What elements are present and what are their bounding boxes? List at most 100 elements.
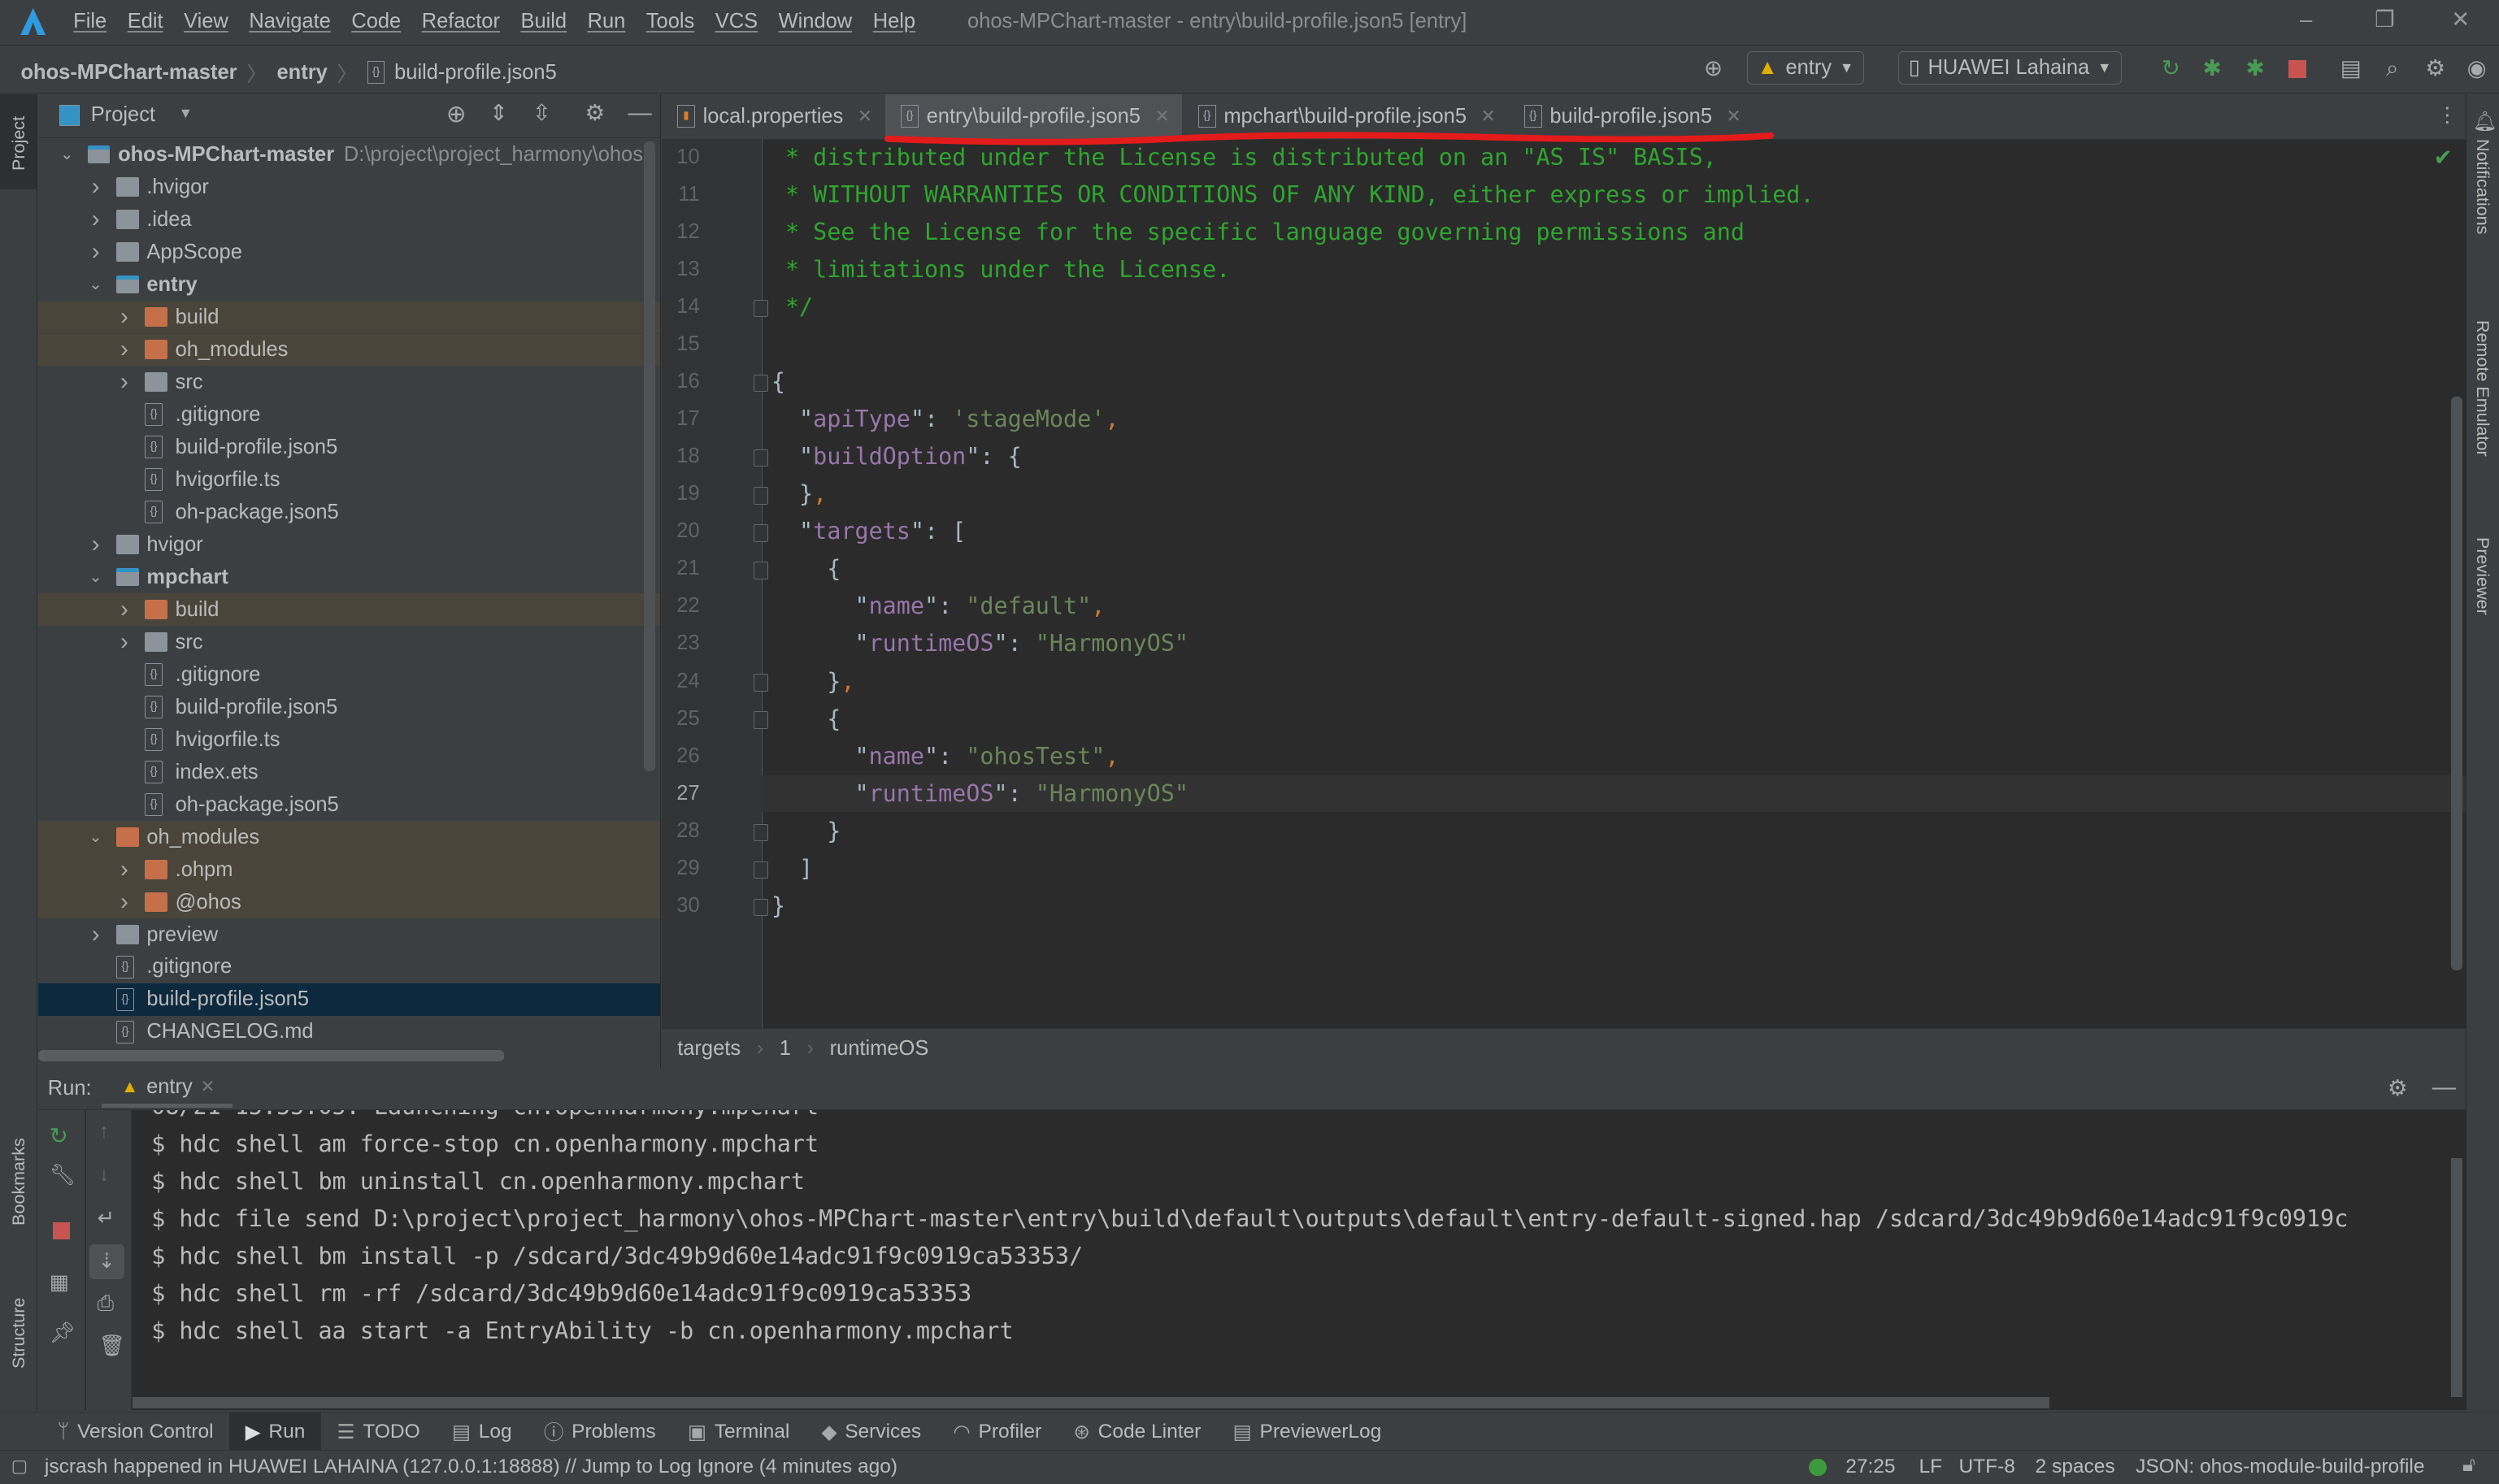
settings-icon[interactable]: ⚙ <box>585 100 605 126</box>
close-tab-icon[interactable]: ✕ <box>858 106 872 127</box>
tree-item[interactable]: › src <box>38 367 660 398</box>
tool-window-todo[interactable]: ☰ TODO <box>321 1412 436 1451</box>
menu-view[interactable]: View <box>184 10 228 33</box>
tree-item[interactable]: › .idea <box>38 204 660 236</box>
hide-panel-icon[interactable]: — <box>628 99 651 127</box>
notifications-bell-icon[interactable]: 🔔︎ <box>2473 110 2497 132</box>
tree-item[interactable]: › src <box>38 626 660 657</box>
tool-window-code-linter[interactable]: ⊛ Code Linter <box>1058 1412 1217 1451</box>
tree-vertical-scrollbar[interactable] <box>644 141 655 771</box>
tree-item[interactable]: {} build-profile.json5 <box>38 431 660 462</box>
tree-item[interactable]: {} oh-package.json5 <box>38 496 660 527</box>
editor-scrollbar[interactable] <box>2451 397 2462 970</box>
tool-window-services[interactable]: ◆ Services <box>806 1412 937 1451</box>
device-select[interactable]: ▯ HUAWEI Lahaina ▼ <box>1897 50 2123 85</box>
tool-window-problems[interactable]: ⓘ Problems <box>528 1412 671 1451</box>
close-button[interactable]: ✕ <box>2451 7 2470 33</box>
breadcrumb-module[interactable]: entry <box>277 61 328 85</box>
notifications-tool-button[interactable]: Notifications <box>2472 139 2493 234</box>
console-horizontal-scrollbar[interactable] <box>132 1397 2050 1409</box>
locate-file-icon[interactable]: ⊕ <box>446 100 467 128</box>
menu-refactor[interactable]: Refactor <box>422 10 500 33</box>
lock-icon[interactable]: 🔓︎ <box>2462 1454 2475 1477</box>
chevron-right-icon[interactable]: › <box>116 303 133 331</box>
chevron-down-icon[interactable]: ⌄ <box>88 275 104 294</box>
search-icon[interactable]: ⌕ <box>2378 54 2406 83</box>
breadcrumb-file[interactable]: build-profile.json5 <box>394 61 557 85</box>
chevron-right-icon[interactable]: › <box>116 336 133 363</box>
crumb-index[interactable]: 1 <box>780 1037 791 1061</box>
tree-item[interactable]: {} hvigorfile.ts <box>38 723 660 755</box>
restore-button[interactable]: ❐ <box>2375 7 2395 33</box>
crumb-runtimeos[interactable]: runtimeOS <box>830 1037 929 1061</box>
chevron-right-icon[interactable]: › <box>88 531 104 558</box>
menu-window[interactable]: Window <box>779 10 853 33</box>
print-icon[interactable]: ⎙ <box>98 1292 114 1317</box>
tree-item[interactable]: {} build-profile.json5 <box>38 983 660 1016</box>
run-tab-entry[interactable]: ▲ entry ✕ <box>102 1070 233 1108</box>
breadcrumb-project[interactable]: ohos-MPChart-master <box>20 61 237 85</box>
chevron-down-icon[interactable]: ▼ <box>179 105 193 122</box>
previewer-tool-button[interactable]: Previewer <box>2472 537 2493 615</box>
editor-tab[interactable]: ▮ local.properties ✕ <box>662 94 885 139</box>
indent-setting[interactable]: 2 spaces <box>2036 1456 2115 1478</box>
target-icon[interactable]: ⊕ <box>1699 54 1728 83</box>
tree-item[interactable]: {} .gitignore <box>38 658 660 690</box>
project-tool-button[interactable]: Project <box>8 116 29 171</box>
chevron-down-icon[interactable]: ⌄ <box>88 567 104 587</box>
chevron-right-icon[interactable]: › <box>88 173 104 201</box>
status-message[interactable]: jscrash happened in HUAWEI LAHAINA (127.… <box>45 1456 897 1478</box>
pin-icon[interactable]: 📌︎ <box>50 1321 76 1345</box>
json-schema[interactable]: JSON: ohos-module-build-profile <box>2136 1456 2424 1478</box>
menu-vcs[interactable]: VCS <box>715 10 758 33</box>
chevron-down-icon[interactable]: ⌄ <box>88 827 104 847</box>
menu-tools[interactable]: Tools <box>646 10 694 33</box>
menu-navigate[interactable]: Navigate <box>249 10 331 33</box>
up-arrow-icon[interactable]: ↑ <box>99 1120 110 1143</box>
tree-item[interactable]: {} index.ets <box>38 756 660 788</box>
file-encoding[interactable]: UTF-8 <box>1958 1456 2014 1478</box>
stop-icon[interactable] <box>2288 60 2306 79</box>
tree-item[interactable]: {} hvigorfile.ts <box>38 463 660 495</box>
menu-edit[interactable]: Edit <box>128 10 163 33</box>
more-tabs-icon[interactable]: ⋮ <box>2437 103 2458 128</box>
chevron-right-icon[interactable]: › <box>116 368 133 396</box>
bookmarks-tool-button[interactable]: Bookmarks <box>8 1138 29 1226</box>
tree-item[interactable]: › build <box>38 301 660 333</box>
tool-window-previewerlog[interactable]: ▤ PreviewerLog <box>1217 1412 1397 1451</box>
tool-window-terminal[interactable]: ▣ Terminal <box>671 1412 806 1451</box>
hide-panel-icon[interactable]: — <box>2432 1074 2456 1101</box>
chevron-down-icon[interactable]: ⌄ <box>59 145 76 164</box>
debug-icon[interactable]: ✱ <box>2198 54 2227 83</box>
code-area[interactable]: * distributed under the License is distr… <box>762 139 2466 1028</box>
tree-item[interactable]: {} .gitignore <box>38 951 660 983</box>
rerun-icon[interactable]: ↻ <box>50 1123 68 1149</box>
menu-help[interactable]: Help <box>873 10 915 33</box>
wrench-icon[interactable]: 🔧︎ <box>50 1163 76 1187</box>
console-vertical-scrollbar[interactable] <box>2451 1158 2462 1398</box>
tree-horizontal-scrollbar[interactable] <box>38 1049 504 1061</box>
tree-item[interactable]: ⌄ entry <box>38 269 660 301</box>
tool-window-version-control[interactable]: ᛘ Version Control <box>41 1412 229 1451</box>
trash-icon[interactable]: 🗑︎ <box>99 1334 125 1358</box>
tree-item[interactable]: › hvigor <box>38 528 660 560</box>
collapse-all-icon[interactable]: ⇳ <box>532 100 551 126</box>
tree-item[interactable]: ⌄ oh_modules <box>38 821 660 853</box>
chevron-right-icon[interactable]: › <box>88 921 104 948</box>
rerun-icon[interactable]: ↻ <box>2157 54 2185 83</box>
soft-wrap-icon[interactable]: ↵ <box>98 1206 115 1230</box>
close-tab-icon[interactable]: ✕ <box>1481 106 1496 127</box>
tree-item[interactable]: › AppScope <box>38 236 660 268</box>
console-output[interactable]: 08/21 15:55:05: Launching cn.openharmony… <box>133 1110 2452 1397</box>
stop-icon[interactable] <box>52 1221 71 1240</box>
expand-all-icon[interactable]: ⇕ <box>489 100 508 126</box>
close-tab-icon[interactable]: ✕ <box>1727 106 1741 127</box>
attach-debugger-icon[interactable]: ✱ <box>2240 54 2269 83</box>
chevron-right-icon[interactable]: › <box>116 628 133 656</box>
scroll-to-end-icon[interactable]: ⇣ <box>89 1244 124 1280</box>
caret-position[interactable]: 27:25 <box>1845 1456 1895 1478</box>
menu-code[interactable]: Code <box>351 10 401 33</box>
menu-file[interactable]: File <box>73 10 106 33</box>
chevron-right-icon[interactable]: › <box>88 238 104 266</box>
tree-item[interactable]: ⌄ mpchart <box>38 561 660 592</box>
